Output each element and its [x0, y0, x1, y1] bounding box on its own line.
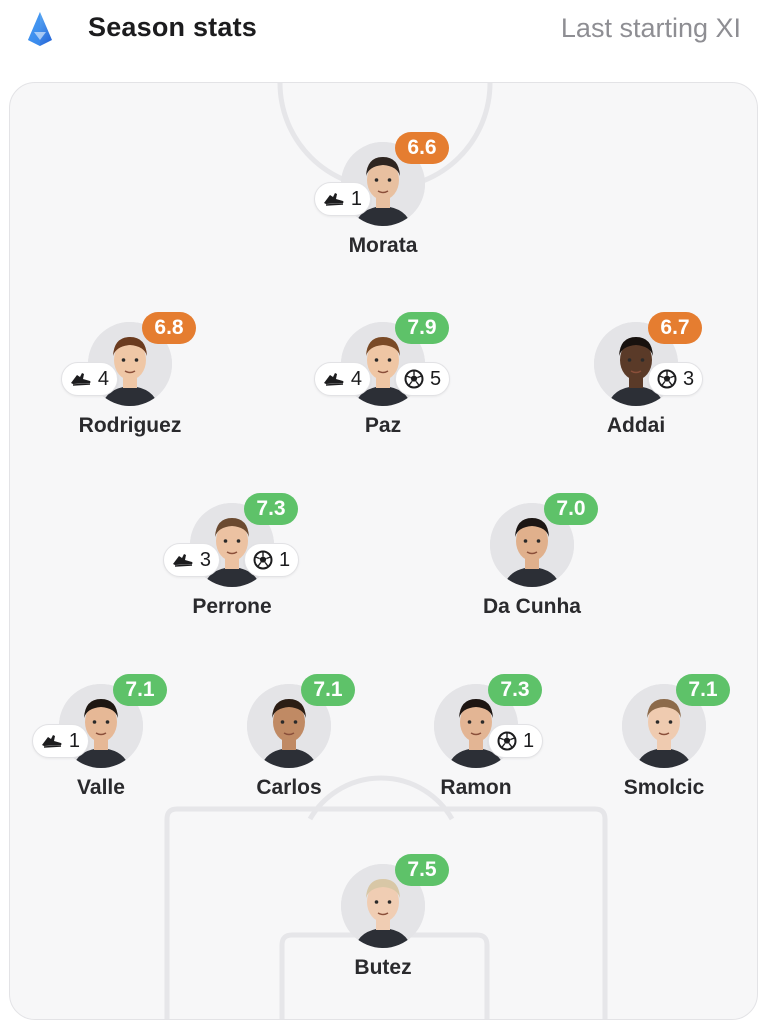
player-name: Carlos: [256, 776, 322, 799]
boot-icon: [172, 552, 194, 568]
rating-badge: 6.6: [395, 132, 449, 164]
assists-count: 1: [68, 729, 80, 752]
rating-badge: 6.8: [142, 312, 196, 344]
rating-badge: 7.9: [395, 312, 449, 344]
goals-count: 1: [279, 548, 291, 571]
league-logo-icon: [24, 10, 56, 48]
goals-pill: 1: [488, 724, 544, 758]
rating-badge: 7.3: [488, 674, 542, 706]
football-icon: [657, 369, 677, 389]
player-name: Morata: [348, 234, 418, 257]
player-name: Da Cunha: [482, 595, 581, 618]
player-name: Paz: [364, 414, 402, 437]
rating-badge: 7.1: [676, 674, 730, 706]
assists-pill: 3: [162, 543, 220, 577]
player-name: Perrone: [192, 595, 272, 618]
page-title: Season stats: [88, 12, 257, 42]
boot-icon: [323, 371, 345, 387]
assists-pill: 1: [31, 724, 89, 758]
player-name: Ramon: [440, 776, 512, 799]
rating-badge: 7.3: [244, 493, 298, 525]
rating-badge: 6.7: [648, 312, 702, 344]
goals-count: 5: [430, 367, 442, 390]
goals-pill: 5: [395, 362, 451, 396]
boot-icon: [70, 371, 92, 387]
boot-icon: [323, 191, 345, 207]
football-icon: [404, 369, 424, 389]
football-icon: [253, 550, 273, 570]
rating-badge: 7.1: [113, 674, 167, 706]
goals-count: 1: [523, 729, 535, 752]
rating-badge: 7.1: [301, 674, 355, 706]
rating-badge: 7.5: [395, 854, 449, 886]
assists-pill: 4: [313, 362, 371, 396]
player-name: Addai: [606, 414, 666, 437]
lineup-type-label[interactable]: Last starting XI: [561, 13, 741, 44]
goals-pill: 3: [648, 362, 704, 396]
football-icon: [497, 731, 517, 751]
boot-icon: [41, 733, 63, 749]
assists-count: 3: [199, 548, 211, 571]
player-name: Smolcic: [623, 776, 705, 799]
player-name: Valle: [77, 776, 125, 799]
goals-pill: 1: [244, 543, 300, 577]
assists-count: 4: [97, 367, 109, 390]
assists-count: 4: [350, 367, 362, 390]
header: Season stats Last starting XI: [0, 0, 769, 70]
assists-pill: 4: [60, 362, 118, 396]
assists-pill: 1: [313, 182, 371, 216]
player-name: Rodriguez: [78, 414, 182, 437]
goals-count: 3: [683, 367, 695, 390]
player-name: Butez: [354, 956, 412, 979]
rating-badge: 7.0: [544, 493, 598, 525]
assists-count: 1: [350, 187, 362, 210]
